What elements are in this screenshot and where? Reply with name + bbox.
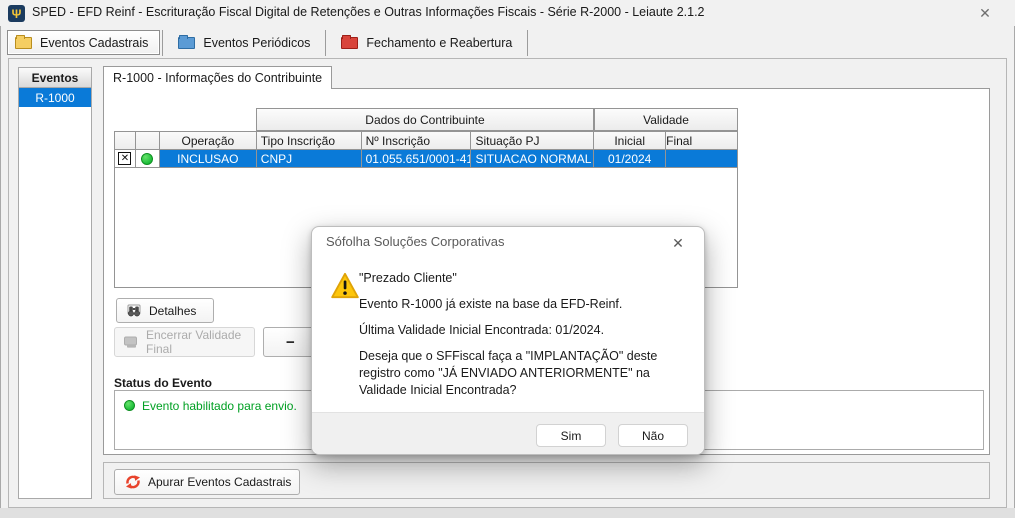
- tab-strip: Eventos Cadastrais Eventos Periódicos Fe…: [7, 29, 530, 56]
- nao-button[interactable]: Não: [618, 424, 688, 447]
- detalhes-button[interactable]: Detalhes: [116, 298, 214, 323]
- cell-num-inscricao[interactable]: 01.055.651/0001-41: [362, 150, 472, 167]
- cell-situacao-pj[interactable]: SITUACAO NORMAL: [471, 150, 594, 167]
- events-sidebar: Eventos R-1000: [18, 67, 92, 499]
- tab-label: Fechamento e Reabertura: [366, 36, 512, 50]
- folder-blue-icon: [178, 37, 195, 49]
- refresh-red-icon: [125, 474, 141, 490]
- window-bottom-band: [0, 508, 1015, 518]
- sidebar-item-r1000[interactable]: R-1000: [19, 88, 91, 107]
- group-header-validade: Validade: [594, 108, 738, 131]
- window-close-icon[interactable]: ✕: [967, 2, 1003, 24]
- title-bar: Ψ SPED - EFD Reinf - Escrituração Fiscal…: [0, 0, 1015, 26]
- app-icon: Ψ: [8, 5, 25, 22]
- tab-separator: [527, 30, 528, 56]
- cell-final[interactable]: [666, 150, 737, 167]
- grid-header-row: Operação Tipo Inscrição Nº Inscrição Sit…: [115, 132, 737, 150]
- status-message: Evento habilitado para envio.: [142, 399, 297, 413]
- group-header-dados-contribuinte: Dados do Contribuinte: [256, 108, 594, 131]
- window-title: SPED - EFD Reinf - Escrituração Fiscal D…: [32, 5, 705, 19]
- folder-red-icon: [341, 37, 358, 49]
- col-operacao: Operação: [160, 132, 257, 149]
- row-checkbox-cell[interactable]: [115, 150, 136, 167]
- tab-label: Eventos Cadastrais: [40, 36, 148, 50]
- tab-eventos-cadastrais[interactable]: Eventos Cadastrais: [7, 30, 160, 55]
- minus-icon: −: [286, 334, 295, 351]
- col-situacao-pj: Situação PJ: [471, 132, 594, 149]
- sim-button[interactable]: Sim: [536, 424, 606, 447]
- confirmation-dialog: Sófolha Soluções Corporativas ✕ "Prezado…: [311, 226, 705, 455]
- green-dot-icon: [124, 400, 135, 411]
- row-status-cell: [136, 150, 160, 167]
- encerrar-validade-final-button[interactable]: Encerrar Validade Final: [114, 327, 255, 357]
- col-final: Final: [666, 132, 737, 149]
- tab-r1000-informacoes[interactable]: R-1000 - Informações do Contribuinte: [103, 66, 332, 89]
- dialog-title: Sófolha Soluções Corporativas: [326, 234, 505, 249]
- green-dot-icon: [141, 153, 153, 165]
- col-tipo-inscricao: Tipo Inscrição: [257, 132, 362, 149]
- detalhes-label: Detalhes: [149, 304, 196, 318]
- tab-fechamento-reabertura[interactable]: Fechamento e Reabertura: [328, 30, 525, 56]
- encerrar-label: Encerrar Validade Final: [146, 328, 254, 356]
- content-tab-label: R-1000 - Informações do Contribuinte: [113, 71, 322, 85]
- tab-separator: [162, 30, 163, 56]
- monitor-gray-icon: [123, 335, 139, 349]
- table-row[interactable]: INCLUSAO CNPJ 01.055.651/0001-41 SITUACA…: [115, 150, 737, 168]
- warning-triangle-icon: [331, 272, 359, 299]
- folder-yellow-icon: [15, 37, 32, 49]
- col-inicial: Inicial: [594, 132, 666, 149]
- dialog-line: Evento R-1000 já existe na base da EFD-R…: [359, 296, 691, 313]
- cell-tipo-inscricao[interactable]: CNPJ: [257, 150, 362, 167]
- checked-checkbox-icon[interactable]: [118, 152, 131, 165]
- app-window: Ψ SPED - EFD Reinf - Escrituração Fiscal…: [0, 0, 1015, 518]
- dialog-footer: Sim Não: [312, 412, 704, 454]
- dialog-message: "Prezado Cliente" Evento R-1000 já exist…: [359, 270, 691, 408]
- tab-label: Eventos Periódicos: [203, 36, 310, 50]
- tab-eventos-periodicos[interactable]: Eventos Periódicos: [165, 30, 323, 56]
- dialog-line: Deseja que o SFFiscal faça a "IMPLANTAÇÃ…: [359, 348, 691, 399]
- col-check: [115, 132, 136, 149]
- apurar-label: Apurar Eventos Cadastrais: [148, 475, 291, 489]
- sidebar-header: Eventos: [19, 68, 91, 88]
- cell-inicial[interactable]: 01/2024: [594, 150, 666, 167]
- dialog-line: Última Validade Inicial Encontrada: 01/2…: [359, 322, 691, 339]
- apurar-eventos-cadastrais-button[interactable]: Apurar Eventos Cadastrais: [114, 469, 300, 495]
- binoculars-icon: [126, 304, 142, 318]
- col-num-inscricao: Nº Inscrição: [362, 132, 472, 149]
- tab-separator: [325, 30, 326, 56]
- cell-operacao[interactable]: INCLUSAO: [160, 150, 257, 167]
- dialog-close-icon[interactable]: ✕: [664, 232, 692, 254]
- status-do-evento-label: Status do Evento: [114, 376, 212, 390]
- bottom-strip: Apurar Eventos Cadastrais: [103, 462, 990, 499]
- dialog-line: "Prezado Cliente": [359, 270, 691, 287]
- col-status: [136, 132, 160, 149]
